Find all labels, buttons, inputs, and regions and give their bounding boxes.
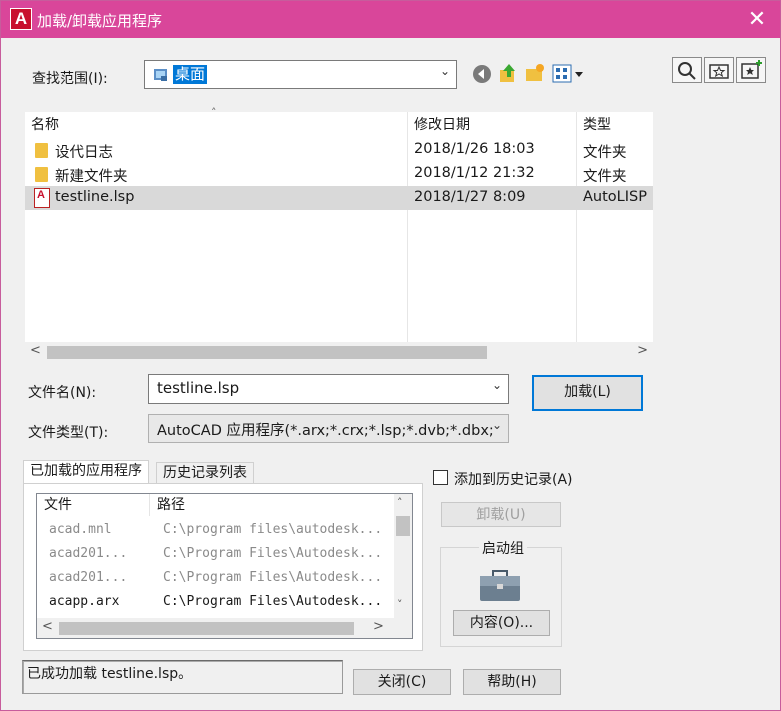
app-path: C:\Program Files\Autodesk... [163, 594, 383, 609]
scroll-down-icon[interactable]: ˅ [397, 598, 403, 611]
file-row[interactable]: 设代日志 2018/1/26 18:03 文件夹 [25, 138, 653, 162]
tab-loaded-applications[interactable]: 已加载的应用程序 [23, 460, 149, 484]
chevron-down-icon[interactable]: ⌄ [440, 64, 450, 78]
column-header-file[interactable]: 文件 [44, 494, 72, 517]
app-path: C:\Program Files\Autodesk... [163, 546, 383, 561]
app-file: acapp.arx [49, 594, 120, 609]
help-button[interactable]: 帮助(H) [463, 669, 561, 695]
startup-group-box: 启动组 内容(O)... [440, 538, 562, 647]
filetype-dropdown[interactable]: AutoCAD 应用程序(*.arx;*.crx;*.lsp;*.dvb;*.d… [148, 414, 509, 443]
column-header-name[interactable]: 名称 [31, 112, 59, 138]
file-list[interactable]: 名称 ˄ 修改日期 类型 设代日志 2018/1/26 18:03 文件夹 新建… [25, 106, 653, 362]
app-row[interactable]: acapp.arx C:\Program Files\Autodesk... [37, 590, 393, 614]
file-name: 设代日志 [55, 145, 113, 161]
file-type: 文件夹 [583, 169, 627, 185]
file-date: 2018/1/26 18:03 [414, 141, 535, 157]
loaded-app-list[interactable]: 文件 路径 acad.mnl C:\program files\autodesk… [36, 493, 413, 639]
add-to-favorites-icon[interactable] [736, 57, 766, 83]
lsp-file-icon [34, 188, 50, 208]
new-folder-icon[interactable] [524, 62, 546, 84]
file-date: 2018/1/27 8:09 [414, 189, 526, 205]
autocad-app-icon [10, 8, 32, 30]
add-to-history-label[interactable]: 添加到历史记录(A) [454, 469, 573, 489]
app-file: acad201... [49, 570, 128, 585]
sort-ascending-icon: ˄ [211, 106, 217, 119]
scroll-up-icon[interactable]: ˄ [397, 496, 403, 509]
folder-icon [35, 167, 48, 182]
desktop-icon [154, 69, 167, 81]
close-button[interactable]: 关闭(C) [353, 669, 451, 695]
folder-star-icon[interactable] [704, 57, 734, 83]
tab-history-list[interactable]: 历史记录列表 [156, 462, 254, 484]
scroll-right-icon[interactable]: > [637, 343, 648, 358]
filetype-label: 文件类型(T): [28, 425, 109, 441]
window-title: 加载/卸载应用程序 [37, 12, 163, 30]
status-text: 已成功加载 testline.lsp。 [27, 666, 193, 682]
filename-input[interactable]: testline.lsp ⌄ [148, 374, 509, 404]
scroll-thumb[interactable] [59, 622, 354, 635]
title-bar: 加载/卸载应用程序 ✕ [1, 1, 780, 38]
close-window-icon[interactable]: ✕ [734, 1, 780, 38]
app-row[interactable]: acad201... C:\Program Files\Autodesk... [37, 542, 393, 566]
file-name: 新建文件夹 [55, 169, 128, 185]
scroll-left-icon[interactable]: < [30, 343, 41, 358]
filename-label: 文件名(N): [28, 385, 97, 401]
app-file: acad201... [49, 546, 128, 561]
app-list-horizontal-scrollbar[interactable]: < > [37, 618, 412, 638]
back-icon[interactable] [471, 63, 493, 85]
view-menu-icon[interactable] [552, 63, 586, 85]
unload-button[interactable]: 卸载(U) [441, 502, 561, 527]
file-row[interactable]: 新建文件夹 2018/1/12 21:32 文件夹 [25, 162, 653, 186]
file-list-horizontal-scrollbar[interactable]: < > [25, 342, 653, 362]
lookin-value: 桌面 [173, 65, 208, 84]
column-header-date[interactable]: 修改日期 [414, 112, 470, 138]
briefcase-icon [480, 570, 520, 601]
file-row-selected[interactable]: testline.lsp 2018/1/27 8:09 AutoLISP [25, 186, 653, 210]
file-name: testline.lsp [55, 189, 135, 205]
contents-button[interactable]: 内容(O)... [453, 610, 550, 636]
lookin-label: 查找范围(I): [32, 71, 108, 87]
scroll-thumb[interactable] [47, 346, 487, 359]
scroll-thumb[interactable] [396, 516, 410, 536]
app-row[interactable]: acad201... C:\Program Files\Autodesk... [37, 566, 393, 590]
file-type: AutoLISP [583, 189, 647, 205]
lookin-dropdown[interactable]: 桌面 ⌄ [144, 60, 457, 89]
app-list-vertical-scrollbar[interactable]: ˄ ˅ [394, 494, 412, 618]
scroll-left-icon[interactable]: < [42, 619, 53, 634]
chevron-down-icon[interactable]: ⌄ [492, 418, 502, 432]
app-path: C:\program files\autodesk... [163, 522, 383, 537]
startup-group-title: 启动组 [479, 538, 527, 558]
add-to-history-checkbox[interactable] [433, 470, 448, 485]
column-divider [149, 494, 150, 516]
folder-icon [35, 143, 48, 158]
up-one-level-icon[interactable] [497, 62, 519, 84]
load-button[interactable]: 加载(L) [532, 375, 643, 411]
column-header-path[interactable]: 路径 [157, 494, 185, 517]
chevron-down-icon[interactable]: ⌄ [492, 378, 502, 392]
column-header-type[interactable]: 类型 [583, 112, 611, 138]
find-file-icon[interactable] [672, 57, 702, 83]
file-type: 文件夹 [583, 145, 627, 161]
file-date: 2018/1/12 21:32 [414, 165, 535, 181]
filename-value: testline.lsp [157, 379, 240, 397]
scroll-right-icon[interactable]: > [373, 619, 384, 634]
status-bar: 已成功加载 testline.lsp。 [22, 660, 343, 694]
app-file: acad.mnl [49, 522, 112, 537]
app-path: C:\Program Files\Autodesk... [163, 570, 383, 585]
app-row[interactable]: acad.mnl C:\program files\autodesk... [37, 518, 393, 542]
loaded-applications-panel: 文件 路径 acad.mnl C:\program files\autodesk… [23, 483, 423, 651]
filetype-value: AutoCAD 应用程序(*.arx;*.crx;*.lsp;*.dvb;*.d… [157, 423, 494, 439]
load-unload-dialog: 加载/卸载应用程序 ✕ 查找范围(I): 桌面 ⌄ [0, 0, 781, 711]
